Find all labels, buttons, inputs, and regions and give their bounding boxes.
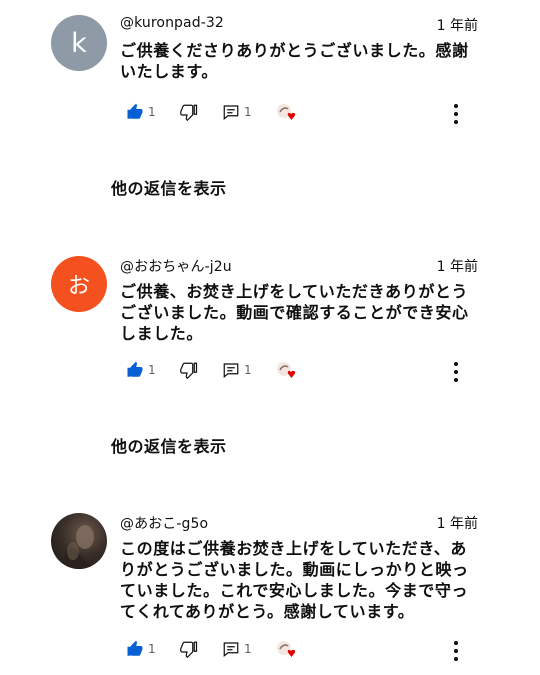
reply-count: 1 xyxy=(244,105,252,119)
comment-line: この度はご供養お焚き上げをしていただき、あ xyxy=(120,539,468,558)
creator-heart xyxy=(276,103,298,123)
comment-actions: 1 1 xyxy=(126,640,476,662)
reply-count: 1 xyxy=(244,642,252,656)
comment-text: この度はご供養お焚き上げをしていただき、あ りがとうございました。動画にしっかり… xyxy=(120,538,482,622)
comment-line: ていました。これで安心しました。今まで守っ xyxy=(120,581,469,600)
creator-heart-icon xyxy=(277,641,296,657)
comment-1: k @kuronpad-32 1 年前 ご供養くださりありがとうございました。感… xyxy=(0,15,540,215)
comment-line: しました。 xyxy=(120,324,204,343)
comment-text: ご供養、お焚き上げをしていただきありがとう ございました。動画で確認することがで… xyxy=(120,281,482,344)
comment-line: てくれてありがとう。感謝しています。 xyxy=(120,602,415,621)
dislike-button[interactable] xyxy=(180,640,198,658)
creator-heart xyxy=(276,361,298,381)
like-count: 1 xyxy=(148,642,156,656)
comment-time[interactable]: 1 年前 xyxy=(437,513,478,533)
thumb-up-icon xyxy=(127,361,143,377)
reply-button[interactable]: 1 xyxy=(222,361,252,379)
comment-icon xyxy=(223,105,239,120)
like-button[interactable]: 1 xyxy=(126,361,156,379)
comment-author[interactable]: @kuronpad-32 xyxy=(120,15,224,31)
reply-button[interactable]: 1 xyxy=(222,640,252,658)
comment-3: @あおこ-g5o 1 年前 この度はご供養お焚き上げをしていただき、あ りがとう… xyxy=(0,513,540,673)
avatar[interactable]: k xyxy=(51,15,107,71)
thumb-down-icon xyxy=(180,362,198,379)
profile-photo xyxy=(61,525,95,569)
reply-button[interactable]: 1 xyxy=(222,103,252,121)
like-button[interactable]: 1 xyxy=(126,640,156,658)
show-replies-button[interactable]: 他の返信を表示 xyxy=(111,433,227,457)
creator-heart-icon xyxy=(277,362,296,378)
comment-author[interactable]: @あおこ-g5o xyxy=(120,513,208,533)
comment-actions: 1 1 xyxy=(126,103,476,125)
avatar[interactable] xyxy=(51,513,107,569)
comment-line: いたします。 xyxy=(120,62,219,81)
more-vert-icon[interactable] xyxy=(452,361,460,383)
comment-actions: 1 1 xyxy=(126,361,476,383)
avatar-letter: k xyxy=(71,27,87,59)
comment-line: ご供養くださりありがとうございました。感謝 xyxy=(120,41,469,60)
dislike-button[interactable] xyxy=(180,103,198,121)
thumb-up-icon xyxy=(127,103,143,119)
comment-time[interactable]: 1 年前 xyxy=(437,15,478,35)
more-vert-icon[interactable] xyxy=(452,640,460,662)
comment-line: ございました。動画で確認することができ安心 xyxy=(120,303,469,322)
comment-line: ご供養、お焚き上げをしていただきありがとう xyxy=(120,282,469,301)
thumb-down-icon xyxy=(180,104,198,121)
comment-text: ご供養くださりありがとうございました。感謝 いたします。 xyxy=(120,40,482,82)
creator-heart-icon xyxy=(277,104,296,120)
like-count: 1 xyxy=(148,105,156,119)
reply-count: 1 xyxy=(244,363,252,377)
comment-icon xyxy=(223,363,239,378)
comment-time[interactable]: 1 年前 xyxy=(437,256,478,276)
more-vert-icon[interactable] xyxy=(452,103,460,125)
avatar[interactable]: お xyxy=(51,256,107,312)
show-replies-button[interactable]: 他の返信を表示 xyxy=(111,175,227,199)
thumb-up-icon xyxy=(127,640,143,656)
comment-author[interactable]: @おおちゃん-j2u xyxy=(120,256,232,276)
comment-line: りがとうございました。動画にしっかりと映っ xyxy=(120,560,469,579)
dislike-button[interactable] xyxy=(180,361,198,379)
creator-heart xyxy=(276,640,298,660)
thumb-down-icon xyxy=(180,641,198,658)
avatar-letter: お xyxy=(67,274,90,299)
comment-icon xyxy=(223,642,239,657)
like-count: 1 xyxy=(148,363,156,377)
comment-2: お @おおちゃん-j2u 1 年前 ご供養、お焚き上げをしていただきありがとう … xyxy=(0,256,540,466)
like-button[interactable]: 1 xyxy=(126,103,156,121)
